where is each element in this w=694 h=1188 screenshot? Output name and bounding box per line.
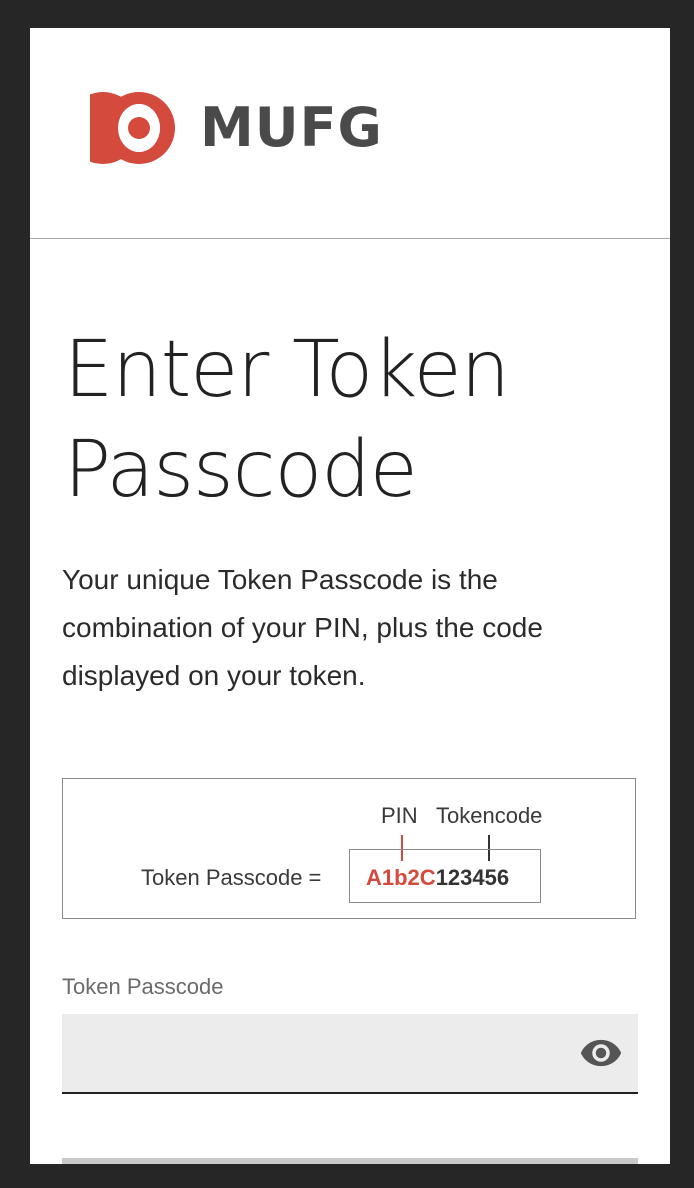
mufg-logo: MUFG bbox=[90, 92, 383, 164]
example-pin: A1b2C bbox=[366, 865, 436, 890]
example-code: A1b2C123456 bbox=[366, 865, 509, 891]
logo-wordmark: MUFG bbox=[200, 96, 383, 159]
eye-icon[interactable] bbox=[580, 1036, 622, 1070]
page-title: Enter Token Passcode bbox=[64, 320, 510, 520]
submit-button[interactable] bbox=[62, 1158, 638, 1164]
passcode-diagram: PIN Tokencode Token Passcode = A1b2C1234… bbox=[62, 778, 636, 919]
equation-label: Token Passcode = bbox=[141, 865, 322, 890]
page-description: Your unique Token Passcode is the combin… bbox=[62, 564, 543, 691]
mufg-logo-icon bbox=[90, 92, 188, 164]
login-panel: MUFG Enter Token Passcode Your unique To… bbox=[30, 28, 670, 1164]
tokencode-label: Tokencode bbox=[436, 803, 543, 828]
header: MUFG bbox=[30, 28, 670, 239]
passcode-field bbox=[62, 1014, 638, 1094]
page-title-line-2: Passcode bbox=[64, 425, 418, 515]
passcode-input[interactable] bbox=[62, 1014, 562, 1092]
example-tokencode: 123456 bbox=[435, 865, 510, 890]
passcode-field-label: Token Passcode bbox=[62, 974, 224, 999]
pin-label: PIN bbox=[381, 803, 418, 828]
page-title-line-1: Enter Token bbox=[64, 325, 510, 415]
